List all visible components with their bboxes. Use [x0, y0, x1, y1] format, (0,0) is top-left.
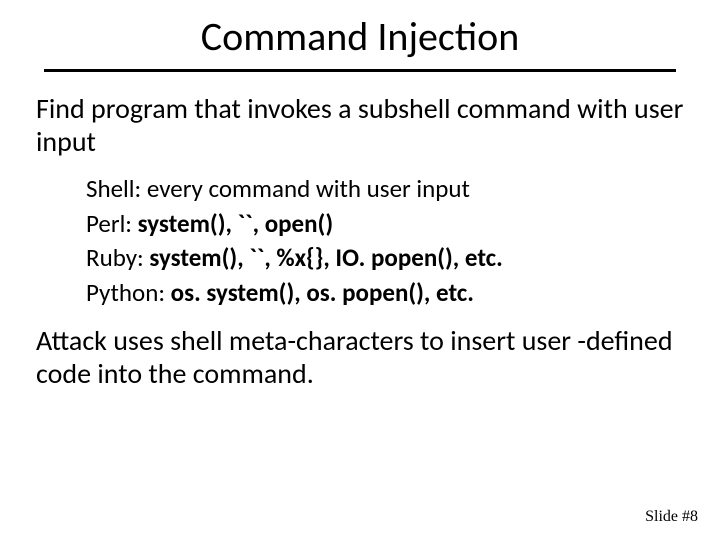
closing-paragraph: Attack uses shell meta-characters to ins…: [36, 324, 684, 390]
item-label: Shell:: [86, 173, 147, 204]
list-item: Ruby: system(), ``, %x{}, IO. popen(), e…: [86, 241, 684, 276]
title-underline: [44, 69, 676, 72]
list-item: Python: os. system(), os. popen(), etc.: [86, 276, 684, 311]
item-value: system(), ``, %x{}, IO. popen(), etc.: [149, 242, 502, 273]
item-value: system(), ``, open(): [138, 208, 333, 239]
list-item: Shell: every command with user input: [86, 172, 684, 207]
item-label: Python:: [86, 277, 171, 308]
list-item: Perl: system(), ``, open(): [86, 207, 684, 242]
item-value: every command with user input: [147, 173, 470, 204]
slide-number: Slide #8: [645, 508, 698, 526]
slide-body: Find program that invokes a subshell com…: [0, 92, 720, 390]
slide-title: Command Injection: [0, 0, 720, 69]
language-list: Shell: every command with user input Per…: [36, 172, 684, 310]
item-label: Ruby:: [86, 242, 149, 273]
item-value: os. system(), os. popen(), etc.: [171, 277, 474, 308]
lead-paragraph: Find program that invokes a subshell com…: [36, 92, 684, 158]
item-label: Perl:: [86, 208, 138, 239]
